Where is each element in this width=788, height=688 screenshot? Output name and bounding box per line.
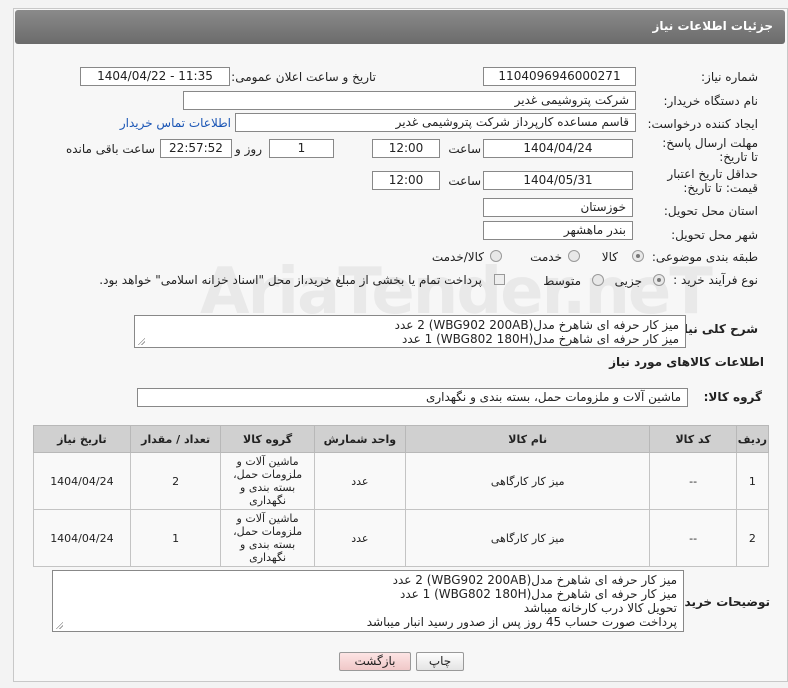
category-option-goods: کالا: [601, 250, 618, 264]
price-time-field: 12:00: [372, 171, 440, 190]
description-line-1: میز کار حرفه ای شاهرخ مدل(WBG902 200AB) …: [394, 318, 679, 332]
goods-group-field: ماشین آلات و ملزومات حمل، بسته بندی و نگ…: [137, 388, 688, 407]
creator-label: ایجاد کننده درخواست:: [647, 117, 758, 131]
table-row: 2 -- میز کار کارگاهی عدد ماشین آلات و مل…: [33, 509, 770, 567]
cell-unit: عدد: [313, 509, 406, 567]
page-title: جزئیات اطلاعات نیاز: [652, 19, 773, 33]
cell-row: 1: [735, 452, 770, 510]
cell-unit: عدد: [313, 452, 406, 510]
category-label: طبقه بندی موضوعی:: [651, 250, 758, 264]
buyer-notes-line-3: تحویل کالا درب کارخانه میباشد: [523, 601, 677, 615]
remaining-time-label: ساعت باقی مانده: [65, 142, 155, 156]
city-field: بندر ماهشهر: [483, 221, 633, 240]
process-radio-medium[interactable]: [592, 274, 604, 286]
reply-date-field: 1404/04/24: [483, 139, 633, 158]
cell-code: --: [649, 509, 737, 567]
price-date-field: 1404/05/31: [483, 171, 633, 190]
buyer-org-field: شرکت پتروشیمی غدیر: [183, 91, 636, 110]
treasury-payment-note: پرداخت تمام یا بخشی از مبلغ خرید،از محل …: [99, 273, 482, 287]
table-header-row: ردیف کد کالا نام کالا واحد شمارش گروه کا…: [33, 425, 770, 453]
resize-grip-icon[interactable]: [137, 337, 145, 345]
price-validity-label: حداقل تاریخ اعتبار قیمت: تا تاریخ:: [667, 167, 758, 195]
header-bar: جزئیات اطلاعات نیاز: [15, 10, 785, 44]
province-label: استان محل تحویل:: [663, 204, 758, 218]
goods-table: ردیف کد کالا نام کالا واحد شمارش گروه کا…: [33, 425, 770, 567]
col-group: گروه کالا: [220, 425, 315, 453]
cell-name: میز کار کارگاهی: [404, 509, 651, 567]
cell-qty: 2: [129, 452, 222, 510]
province-field: خوزستان: [483, 198, 633, 217]
cell-qty: 1: [129, 509, 222, 567]
process-label: نوع فرآیند خرید :: [673, 273, 758, 287]
reply-time-label: ساعت: [448, 142, 481, 156]
table-row: 1 -- میز کار کارگاهی عدد ماشین آلات و مل…: [33, 452, 770, 510]
col-name: نام کالا: [404, 425, 651, 453]
goods-group-label: گروه کالا:: [703, 390, 762, 404]
print-button[interactable]: چاپ: [416, 652, 464, 671]
cell-code: --: [649, 452, 737, 510]
resize-grip-icon[interactable]: [55, 621, 63, 629]
category-option-both: کالا/خدمت: [431, 250, 484, 264]
buyer-notes-line-2: میز کار حرفه ای شاهرخ مدل(WBG802 180H) 1…: [400, 587, 677, 601]
col-qty: تعداد / مقدار: [129, 425, 222, 453]
buyer-contact-link[interactable]: اطلاعات تماس خریدار: [120, 116, 231, 130]
back-button[interactable]: بازگشت: [339, 652, 411, 671]
creator-field: قاسم مساعده کارپرداز شرکت پتروشیمی غدیر: [235, 113, 636, 132]
days-field: 1: [269, 139, 334, 158]
announce-label: تاریخ و ساعت اعلان عمومی:: [231, 70, 376, 84]
cell-date: 1404/04/24: [33, 509, 131, 567]
buyer-notes-textarea[interactable]: میز کار حرفه ای شاهرخ مدل(WBG902 200AB) …: [52, 570, 684, 632]
cell-date: 1404/04/24: [33, 452, 131, 510]
process-radio-minor[interactable]: [653, 274, 665, 286]
need-number-label: شماره نیاز:: [701, 70, 758, 84]
goods-info-title: اطلاعات کالاهای مورد نیاز: [609, 355, 764, 369]
announce-datetime-field: 1404/04/22 - 11:35: [80, 67, 230, 86]
buyer-notes-line-4: پرداخت صورت حساب 45 روز پس از صدور رسید …: [366, 615, 677, 629]
reply-deadline-label: مهلت ارسال پاسخ: تا تاریخ:: [662, 136, 758, 164]
days-label: روز و: [235, 142, 262, 156]
category-radio-service[interactable]: [568, 250, 580, 262]
cell-name: میز کار کارگاهی: [404, 452, 651, 510]
city-label: شهر محل تحویل:: [671, 228, 758, 242]
col-row: ردیف: [735, 425, 770, 453]
reply-time-field: 12:00: [372, 139, 440, 158]
description-line-2: میز کار حرفه ای شاهرخ مدل(WBG802 180H) 1…: [402, 332, 679, 346]
category-radio-goods[interactable]: [632, 250, 644, 262]
buyer-notes-line-1: میز کار حرفه ای شاهرخ مدل(WBG902 200AB) …: [392, 573, 677, 587]
buyer-org-label: نام دستگاه خریدار:: [663, 94, 759, 108]
price-time-label: ساعت: [448, 174, 481, 188]
process-option-medium: متوسط: [543, 274, 581, 288]
category-option-service: خدمت: [530, 250, 562, 264]
col-date: تاریخ نیاز: [33, 425, 131, 453]
process-option-minor: جزیی: [614, 274, 642, 288]
description-textarea[interactable]: میز کار حرفه ای شاهرخ مدل(WBG902 200AB) …: [134, 315, 686, 348]
cell-group: ماشین آلات و ملزومات حمل، بسته بندی و نگ…: [220, 509, 315, 567]
treasury-payment-checkbox[interactable]: [494, 274, 505, 285]
col-code: کد کالا: [649, 425, 737, 453]
category-radio-both[interactable]: [490, 250, 502, 262]
remaining-time-field: 22:57:52: [160, 139, 232, 158]
cell-group: ماشین آلات و ملزومات حمل، بسته بندی و نگ…: [220, 452, 315, 510]
need-number-field: 1104096946000271: [483, 67, 636, 86]
cell-row: 2: [735, 509, 770, 567]
col-unit: واحد شمارش: [313, 425, 406, 453]
